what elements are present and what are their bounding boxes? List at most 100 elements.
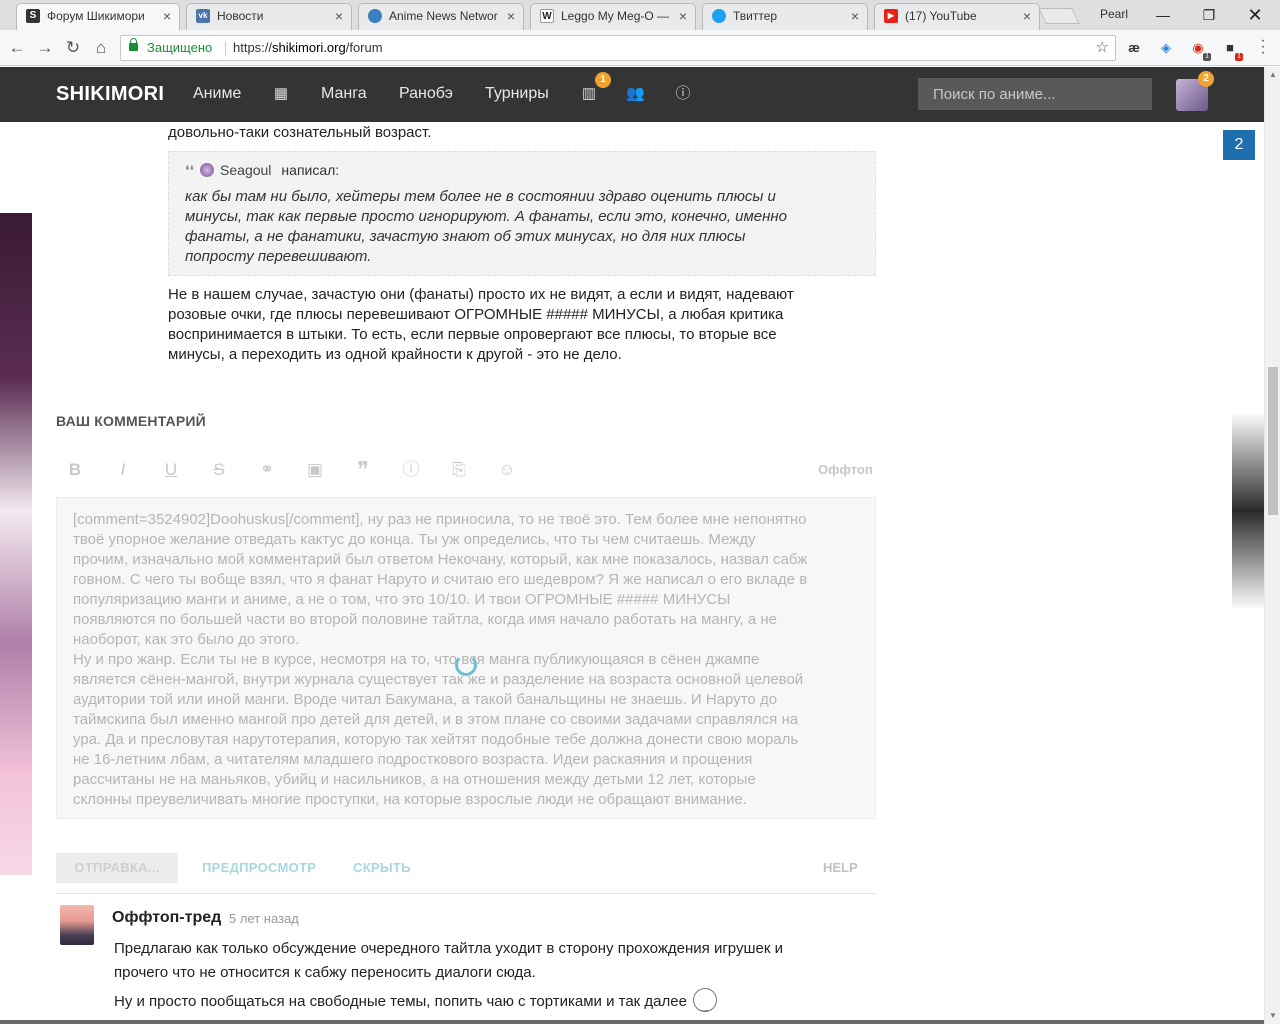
site-logo[interactable]: SHIKIMORI (56, 83, 164, 106)
editor-line: таймскипа был именно мангой про детей дл… (73, 711, 799, 728)
url-text: https://shikimori.org/forum (233, 36, 383, 60)
editor-line: не 16-летним лбам, а читателям младшего … (73, 751, 753, 768)
page: SHIKIMORI Аниме ▦ Манга Ранобэ Турниры ▥… (0, 67, 1264, 1024)
restore-icon[interactable]: ❐ (1194, 4, 1224, 26)
close-tab-icon[interactable]: × (851, 4, 859, 28)
offtop-toggle[interactable]: Оффтоп (818, 462, 873, 477)
smiley-icon[interactable]: ☺ (496, 459, 518, 481)
nav-manga[interactable]: Манга (321, 85, 367, 103)
close-tab-icon[interactable]: × (1023, 4, 1031, 28)
loading-spinner-icon (455, 654, 477, 676)
nav-anime[interactable]: Аниме (193, 85, 241, 103)
tab-title: Anime News Networ (389, 9, 498, 23)
tab-title: Твиттер (733, 9, 778, 23)
your-comment-title: ВАШ КОММЕНТАРИЙ (56, 413, 206, 429)
tab-title: Leggo My Meg-O — (561, 9, 670, 23)
hide-button[interactable]: СКРЫТЬ (353, 860, 411, 875)
close-tab-icon[interactable]: × (507, 4, 515, 28)
nav-tournaments[interactable]: Турниры (485, 85, 549, 103)
browser-tab-twitter[interactable]: Твиттер × (702, 3, 868, 30)
reply-text: Не в нашем случае, зачастую они (фанаты)… (168, 285, 794, 365)
search-input[interactable] (918, 78, 1152, 110)
url-host: shikimori.org (272, 40, 346, 55)
nav-ranobe[interactable]: Ранобэ (399, 85, 453, 103)
back-arrow-icon[interactable]: ← (6, 37, 28, 59)
background-art-left (0, 213, 32, 875)
thread-line-last: Ну и просто пообщаться на свободные темы… (114, 988, 717, 1019)
browser-tab-youtube[interactable]: ▶ (17) YouTube × (874, 3, 1040, 30)
editor-line: ура. Да и пресловутая нарутотерапия, кот… (73, 731, 799, 748)
new-tab-button[interactable] (1038, 8, 1080, 24)
quote-line: как бы там ни было, хейтеры тем более не… (185, 188, 776, 205)
spoiler-icon[interactable]: ⓘ (400, 459, 422, 481)
close-window-icon[interactable]: ✕ (1240, 4, 1270, 26)
page-scrollbar[interactable]: ▲ ▼ (1264, 67, 1280, 1024)
thread-line: Предлагаю как только обсуждение очередно… (114, 940, 783, 957)
reply-line: минусы, а переходить из одной крайности … (168, 346, 622, 363)
youtube-play-icon: ▶ (884, 9, 898, 23)
site-header: SHIKIMORI Аниме ▦ Манга Ранобэ Турниры ▥… (0, 67, 1264, 122)
browser-menu-icon[interactable]: · · · (1256, 33, 1270, 61)
browser-tab-ann[interactable]: Anime News Networ × (358, 3, 524, 30)
help-link[interactable]: HELP (823, 860, 858, 875)
shikimori-favicon-icon: S (26, 9, 40, 23)
home-icon[interactable]: ⌂ (90, 37, 112, 59)
ann-favicon-icon (368, 9, 382, 23)
info-icon[interactable]: ⓘ (674, 85, 692, 103)
reload-icon[interactable]: ↻ (62, 37, 84, 59)
italic-icon[interactable]: I (112, 459, 134, 481)
quote-line: фанаты, а не фанатики, зачастую знают об… (185, 228, 746, 245)
editor-line: склонны преувеличивать многие проступки,… (73, 791, 747, 808)
ext-badge: 1 (1203, 53, 1211, 61)
close-tab-icon[interactable]: × (335, 4, 343, 28)
url-scheme: https:// (233, 40, 273, 55)
scroll-down-arrow-icon[interactable]: ▼ (1265, 1008, 1280, 1024)
quote-user-link[interactable]: Seagoul (220, 162, 271, 178)
profile-name[interactable]: Pearl (1100, 7, 1128, 21)
secure-label: Защищено (147, 40, 213, 55)
bold-icon[interactable]: B (64, 459, 86, 481)
close-tab-icon[interactable]: × (163, 4, 171, 28)
editor-line: популяризацию манги и аниме, а не о том,… (73, 591, 731, 608)
unread-counter[interactable]: 2 (1223, 130, 1255, 160)
background-art-right (1232, 213, 1264, 875)
strikethrough-icon[interactable]: S (208, 459, 230, 481)
calendar-icon[interactable]: ▦ (272, 85, 290, 103)
thread-line: прочего что не относится к сабжу перенос… (114, 964, 536, 981)
forward-arrow-icon[interactable]: → (34, 37, 56, 59)
browser-tab-vk[interactable]: vk Новости × (186, 3, 352, 30)
extension-icon[interactable]: ■ 1 (1220, 38, 1243, 61)
adblock-icon[interactable]: ◉ 1 (1188, 38, 1211, 61)
editor-line: говном. С чего ты вобще взял, что я фана… (73, 571, 808, 588)
link-icon[interactable]: ⚭ (256, 459, 278, 481)
quote-body: как бы там ни было, хейтеры тем более не… (185, 187, 855, 267)
bookmark-star-icon[interactable]: ☆ (1096, 36, 1109, 60)
editor-line: аудитории той или иной манги. Вроде чита… (73, 691, 778, 708)
underline-icon[interactable]: U (160, 459, 182, 481)
thread-author-avatar[interactable] (60, 905, 94, 945)
editor-line: рассчитаны не на маньяков, убийц и насил… (73, 771, 756, 788)
browser-tab-shikimori[interactable]: S Форум Шикимори × (16, 3, 180, 30)
thread-time: 5 лет назад (229, 911, 299, 926)
scrollbar-thumb[interactable] (1268, 367, 1278, 515)
ae-icon[interactable]: æ (1124, 38, 1144, 58)
tab-title: (17) YouTube (905, 9, 977, 23)
scroll-up-arrow-icon[interactable]: ▲ (1265, 67, 1280, 83)
users-icon[interactable]: 👥 (626, 85, 645, 103)
quote-wrote-label: написал: (281, 162, 340, 178)
send-button[interactable]: ОТПРАВКА... (56, 853, 178, 883)
minimize-icon[interactable]: — (1148, 4, 1178, 26)
taskbar-edge (0, 1020, 1264, 1024)
shield-icon[interactable]: ◈ (1156, 38, 1176, 58)
quote-icon[interactable]: ❞ (352, 459, 374, 481)
preview-button[interactable]: ПРЕДПРОСМОТР (202, 860, 316, 875)
browser-tab-wikipedia[interactable]: W Leggo My Meg-O — × (530, 3, 696, 30)
address-bar[interactable]: Защищено https://shikimori.org/forum ☆ (120, 35, 1116, 61)
ext-badge: 1 (1235, 53, 1243, 61)
image-icon[interactable]: ▣ (304, 459, 326, 481)
news-icon[interactable]: ▥ (580, 85, 598, 103)
close-tab-icon[interactable]: × (679, 4, 687, 28)
divider (56, 893, 876, 894)
attach-icon[interactable]: ⎘ (448, 459, 470, 481)
thread-title[interactable]: Оффтоп-тред (112, 909, 221, 927)
